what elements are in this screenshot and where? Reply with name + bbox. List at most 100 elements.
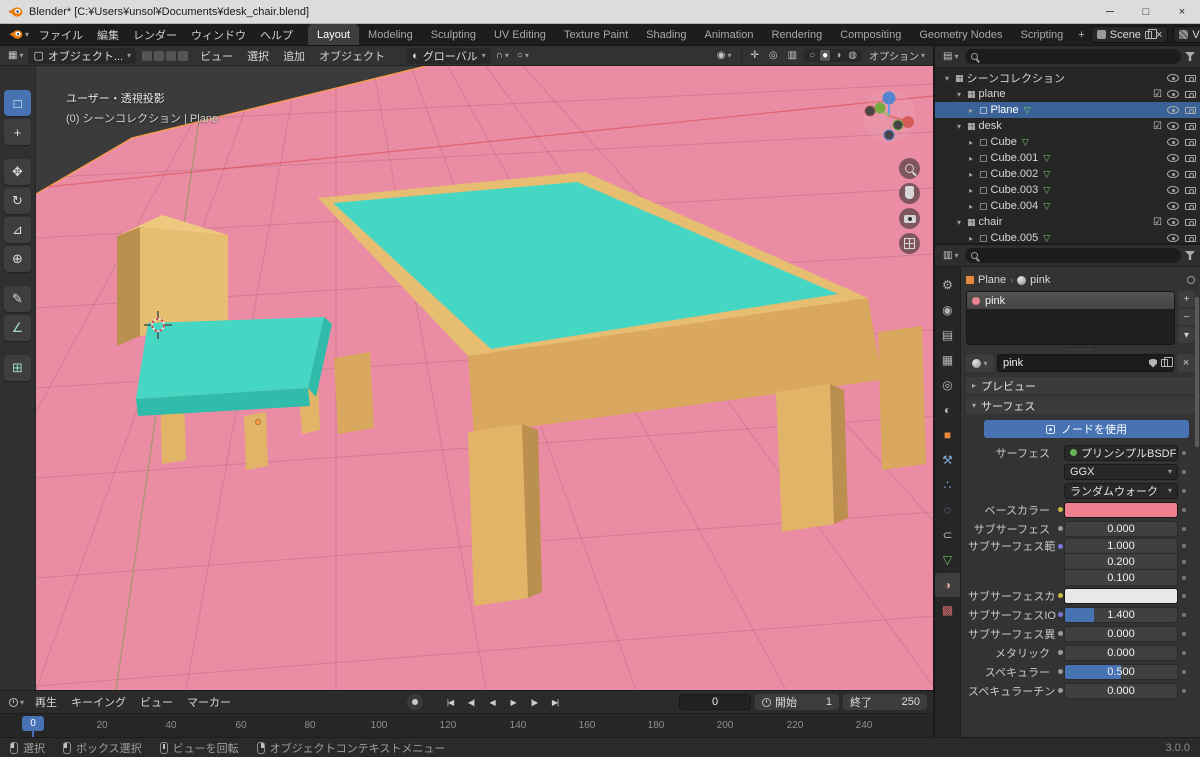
annotate-tool[interactable]: ✎: [4, 286, 31, 312]
physics-tab[interactable]: ◌: [935, 498, 960, 522]
show-overlays-toggle[interactable]: ◎: [766, 49, 781, 62]
blender-menu-button[interactable]: ▾: [6, 28, 32, 41]
xray-toggle[interactable]: ▥: [785, 49, 800, 62]
fake-user-shield-icon[interactable]: [1149, 359, 1157, 368]
distribution-dropdown[interactable]: GGX ▾: [1064, 464, 1178, 480]
minimize-button[interactable]: ─: [1092, 0, 1128, 23]
render-visibility-toggle[interactable]: [1185, 139, 1196, 146]
tab-texture-paint[interactable]: Texture Paint: [555, 24, 637, 45]
snap-toggle[interactable]: ∩ ▾: [493, 49, 512, 62]
shading-material-button[interactable]: ◑: [833, 50, 843, 61]
outliner-search-input[interactable]: [965, 49, 1181, 64]
disclosure-caret-icon[interactable]: ▾: [954, 218, 964, 227]
transform-tool[interactable]: ⊕: [4, 246, 31, 272]
outliner-row[interactable]: ▸ ▢ Plane ▽: [935, 102, 1200, 118]
navigation-gizmo[interactable]: [861, 88, 917, 144]
timeline-ruler[interactable]: 020406080100120140160180200220240 0: [0, 713, 933, 737]
view-layer-tab[interactable]: ▦: [935, 348, 960, 372]
specular-tint-slider[interactable]: 0.000: [1064, 683, 1178, 699]
base-color-swatch[interactable]: [1064, 502, 1178, 518]
current-frame-field[interactable]: 0: [679, 694, 751, 710]
texture-tab[interactable]: ▩: [935, 598, 960, 622]
render-menu[interactable]: レンダー: [126, 25, 184, 45]
properties-editor-type-button[interactable]: ▥ ▾: [940, 249, 961, 262]
jump-start-button[interactable]: |◀: [441, 694, 459, 710]
shading-solid-button[interactable]: ●: [820, 50, 830, 61]
disclosure-caret-icon[interactable]: ▸: [966, 106, 976, 115]
tab-compositing[interactable]: Compositing: [831, 24, 910, 45]
maximize-button[interactable]: □: [1128, 0, 1164, 23]
playback-menu[interactable]: 再生: [29, 693, 63, 711]
disclosure-caret-icon[interactable]: ▾: [954, 122, 964, 131]
frame-end-field[interactable]: 終了 250: [843, 694, 927, 710]
zoom-button[interactable]: [899, 158, 920, 179]
move-tool[interactable]: ✥: [4, 159, 31, 185]
viewlayer-selector[interactable]: ViewLayer ×: [1173, 26, 1200, 43]
copy-material-icon[interactable]: [1161, 359, 1168, 367]
material-tab[interactable]: ◑: [935, 573, 960, 597]
render-visibility-toggle[interactable]: [1185, 75, 1196, 82]
render-visibility-toggle[interactable]: [1185, 155, 1196, 162]
auto-keying-record-button[interactable]: [407, 694, 423, 710]
hide-eye-toggle[interactable]: [1167, 122, 1179, 130]
subsurface-color-swatch[interactable]: [1064, 588, 1178, 604]
collection-checkbox[interactable]: ☑: [1151, 217, 1164, 228]
object-menu[interactable]: オブジェクト: [313, 47, 391, 65]
specular-slider[interactable]: 0.500: [1064, 664, 1178, 680]
tab-uv-editing[interactable]: UV Editing: [485, 24, 555, 45]
collection-checkbox[interactable]: ☑: [1151, 121, 1164, 132]
outliner-row[interactable]: ▸ ▢ Cube.005 ▽: [935, 230, 1200, 243]
tab-sculpting[interactable]: Sculpting: [422, 24, 485, 45]
outliner-row[interactable]: ▾ ▦ desk ☑: [935, 118, 1200, 134]
frame-start-field[interactable]: 開始 1: [755, 694, 839, 710]
particles-tab[interactable]: ∴: [935, 473, 960, 497]
projection-toggle-button[interactable]: [899, 233, 920, 254]
scene-tab[interactable]: ◎: [935, 373, 960, 397]
camera-view-button[interactable]: [899, 208, 920, 229]
render-visibility-toggle[interactable]: [1185, 91, 1196, 98]
slot-specials-menu[interactable]: ▾: [1178, 327, 1195, 343]
rotate-tool[interactable]: ↻: [4, 188, 31, 214]
hide-eye-toggle[interactable]: [1167, 138, 1179, 146]
hide-eye-toggle[interactable]: [1167, 170, 1179, 178]
object-tab[interactable]: ■: [935, 423, 960, 447]
hide-eye-toggle[interactable]: [1167, 154, 1179, 162]
edit-menu[interactable]: 編集: [90, 25, 126, 45]
viewport-options-dropdown[interactable]: オプション ▾: [866, 47, 928, 64]
timeline-view-menu[interactable]: ビュー: [134, 693, 179, 711]
keying-menu[interactable]: キーイング: [65, 693, 132, 711]
subsurface-slider[interactable]: 0.000: [1064, 521, 1178, 537]
tab-modeling[interactable]: Modeling: [359, 24, 422, 45]
gizmo-x-axis[interactable]: [902, 116, 914, 128]
unlink-material-button[interactable]: ×: [1177, 354, 1195, 372]
disclosure-caret-icon[interactable]: ▸: [966, 234, 976, 243]
proportional-editing-toggle[interactable]: ○ ▾: [514, 49, 532, 62]
hide-eye-toggle[interactable]: [1167, 90, 1179, 98]
surface-section-header[interactable]: サーフェス: [966, 397, 1195, 414]
subsurface-ior-slider[interactable]: 1.400: [1064, 607, 1178, 623]
tab-shading[interactable]: Shading: [637, 24, 695, 45]
next-keyframe-button[interactable]: |▶: [525, 694, 543, 710]
material-name-field[interactable]: pink: [997, 354, 1174, 372]
pan-button[interactable]: [899, 183, 920, 204]
play-button[interactable]: ▶: [504, 694, 522, 710]
modifiers-tab[interactable]: ⚒: [935, 448, 960, 472]
surface-shader-dropdown[interactable]: プリンシプルBSDF ▾: [1064, 445, 1178, 461]
disclosure-caret-icon[interactable]: ▸: [966, 154, 976, 163]
mode-options-cluster[interactable]: [142, 51, 188, 61]
constraints-tab[interactable]: ⊂: [935, 523, 960, 547]
subsurface-method-dropdown[interactable]: ランダムウォーク ▾: [1064, 483, 1178, 499]
properties-search-input[interactable]: [965, 248, 1181, 263]
disclosure-caret-icon[interactable]: ▾: [954, 90, 964, 99]
subsurface-radius-field[interactable]: 0.200: [1064, 554, 1178, 570]
select-box-tool[interactable]: □: [4, 90, 31, 116]
filter-icon[interactable]: [1185, 52, 1195, 61]
list-resize-grip[interactable]: ∙∙∙∙∙∙∙∙: [966, 345, 1195, 353]
cursor-tool[interactable]: +: [4, 119, 31, 145]
disclosure-caret-icon[interactable]: ▸: [966, 170, 976, 179]
collection-checkbox[interactable]: ☑: [1151, 89, 1164, 100]
hide-eye-toggle[interactable]: [1167, 234, 1179, 242]
tab-animation[interactable]: Animation: [696, 24, 763, 45]
hide-eye-toggle[interactable]: [1167, 202, 1179, 210]
disclosure-caret-icon[interactable]: ▾: [942, 74, 952, 83]
